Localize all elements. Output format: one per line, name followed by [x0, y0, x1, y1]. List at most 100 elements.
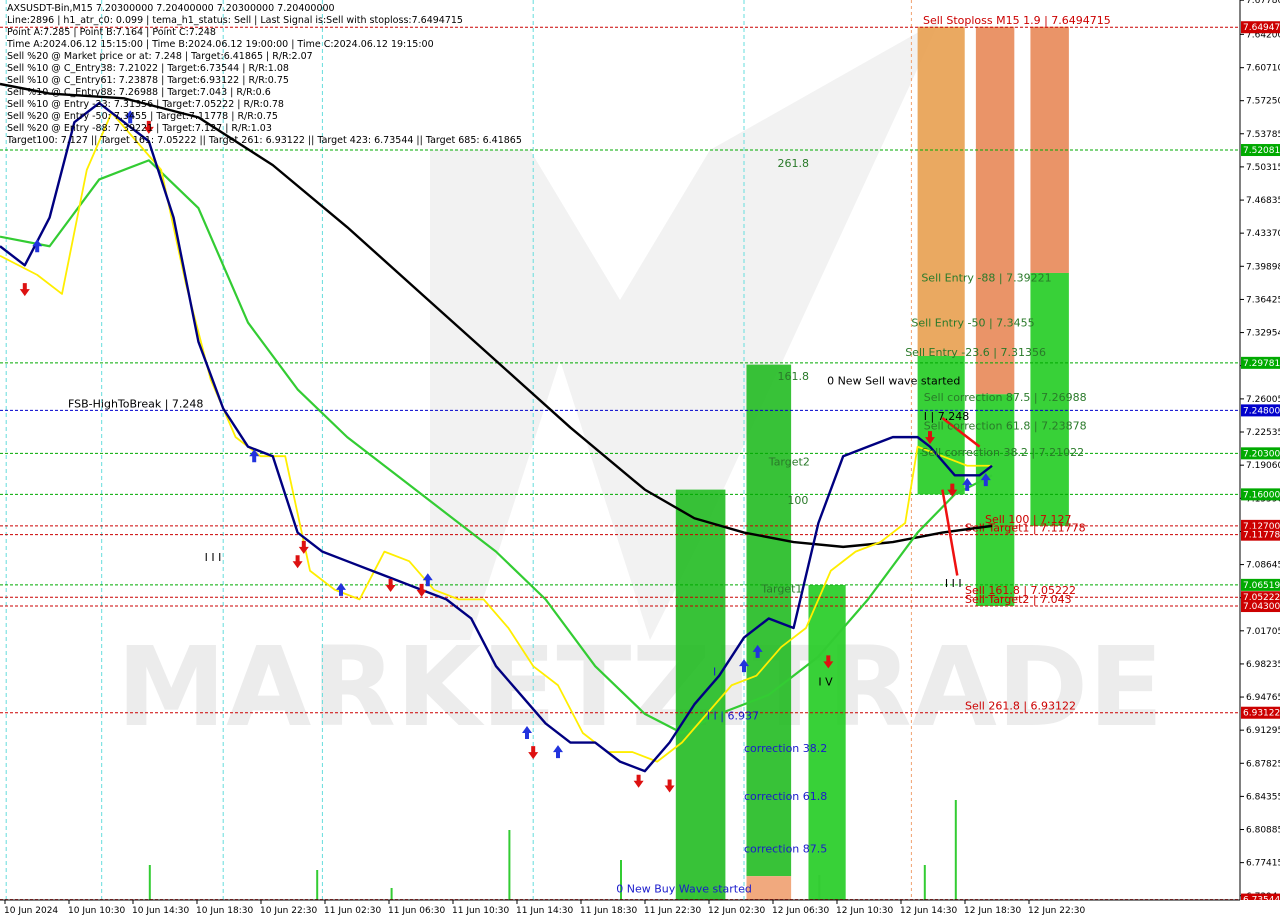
- price-tick-label: 6.87825: [1246, 759, 1280, 769]
- time-tick-label: 11 Jun 22:30: [644, 906, 701, 916]
- chart-annotation: 0 New Sell wave started: [827, 375, 960, 388]
- volume-bar: [954, 800, 957, 900]
- chart-annotation: 161.8: [777, 370, 809, 383]
- chart-annotation: correction 61.8: [744, 790, 827, 803]
- price-tick-label: 7.57250: [1246, 97, 1280, 107]
- zone-box: [975, 26, 1015, 395]
- price-tick-label: 7.60710: [1246, 64, 1280, 74]
- time-tick-label: 10 Jun 10:30: [68, 906, 125, 916]
- chart-annotation: I I I: [945, 577, 962, 590]
- price-level-label: Sell Target2 | 7.043: [965, 593, 1072, 606]
- time-tick-label: 11 Jun 02:30: [324, 906, 381, 916]
- chart-annotation: correction 38.2: [744, 742, 827, 755]
- price-tick-label: 7.01705: [1246, 627, 1280, 637]
- chart-annotation: Sell Entry -50 | 7.3455: [911, 316, 1034, 329]
- chart-annotation: 0 New Buy Wave started: [616, 882, 752, 895]
- time-axis-bg: [0, 900, 1280, 920]
- info-line: Sell %20 @ Entry -50: 7.3455 | Target:7.…: [7, 111, 278, 122]
- info-line: Point A:7.285 | Point B:7.164 | Point C:…: [7, 27, 216, 38]
- time-tick-label: 10 Jun 14:30: [132, 906, 189, 916]
- price-tick-label: 7.46835: [1246, 196, 1280, 206]
- time-tick-label: 12 Jun 06:30: [772, 906, 829, 916]
- price-tick-label: 7.32954: [1246, 329, 1280, 339]
- price-tick-label: 6.98235: [1246, 660, 1280, 670]
- zone-box: [917, 26, 965, 356]
- price-tick-label: 7.39898: [1246, 262, 1280, 272]
- price-tick-label: 7.22535: [1246, 428, 1280, 438]
- price-level-tag-label: 7.29781: [1243, 359, 1280, 369]
- chart-annotation: I V: [818, 675, 833, 688]
- info-line: Time A:2024.06.12 15:15:00 | Time B:2024…: [7, 39, 434, 50]
- price-level-tag-label: 7.64947: [1243, 23, 1280, 33]
- chart-annotation: I I | 6.937: [707, 710, 759, 723]
- chart-annotation: Target2: [768, 456, 810, 469]
- zone-box: [746, 876, 792, 900]
- chart-annotation: Sell correction 87.5 | 7.26988: [924, 391, 1087, 404]
- chart-annotation: 261.8: [777, 157, 809, 170]
- chart-annotation: I: [713, 666, 716, 679]
- time-tick-label: 12 Jun 10:30: [836, 906, 893, 916]
- price-level-label: FSB-HighToBreak | 7.248: [68, 397, 203, 410]
- volume-bar: [818, 875, 821, 900]
- price-level-tag-label: 6.93122: [1243, 709, 1280, 719]
- price-level-label: Sell 261.8 | 6.93122: [965, 700, 1076, 713]
- price-tick-label: 7.26005: [1246, 395, 1280, 405]
- time-tick-label: 11 Jun 14:30: [516, 906, 573, 916]
- price-level-tag-label: 7.52081: [1243, 146, 1280, 156]
- price-level-tag-label: 7.04300: [1243, 602, 1280, 612]
- time-tick-label: 10 Jun 22:30: [260, 906, 317, 916]
- volume-bar: [390, 888, 393, 900]
- info-line: Sell %10 @ C_Entry38: 7.21022 | Target:6…: [7, 63, 289, 74]
- info-line: Line:2896 | h1_atr_c0: 0.099 | tema_h1_s…: [7, 15, 463, 26]
- time-tick-label: 12 Jun 22:30: [1028, 906, 1085, 916]
- chart-annotation: Target1: [760, 583, 802, 596]
- info-line: Target100: 7.127 || Target 161: 7.05222 …: [7, 135, 522, 146]
- info-line: AXSUSDT-Bin,M15 7.20300000 7.20400000 7.…: [7, 3, 335, 14]
- price-level-tag-label: 7.06519: [1243, 581, 1280, 591]
- chart-annotation: I I I: [205, 551, 222, 564]
- time-tick-label: 12 Jun 18:30: [964, 906, 1021, 916]
- price-tick-label: 6.80885: [1246, 826, 1280, 836]
- chart-annotation: I | 7.248: [924, 410, 969, 423]
- price-tick-label: 7.19060: [1246, 461, 1280, 471]
- price-level-tag-label: 7.16000: [1243, 490, 1280, 500]
- volume-bar: [316, 870, 319, 900]
- chart-annotation: Sell Entry -88 | 7.39221: [921, 272, 1051, 285]
- chart-annotation: 100: [787, 494, 808, 507]
- price-tick-label: 6.94765: [1246, 693, 1280, 703]
- watermark-text: MARKETZITRADE: [117, 623, 1164, 751]
- price-level-tag-label: 7.20300: [1243, 449, 1280, 459]
- volume-bar: [923, 865, 926, 900]
- chart-annotation: Sell Entry -23.6 | 7.31356: [905, 346, 1046, 359]
- price-level-label: Sell Stoploss M15 1.9 | 7.6494715: [923, 14, 1111, 27]
- price-tick-label: 7.08645: [1246, 561, 1280, 571]
- price-tick-label: 6.84355: [1246, 792, 1280, 802]
- info-line: Sell %10 @ C_Entry61: 7.23878 | Target:6…: [7, 75, 289, 86]
- time-tick-label: 11 Jun 06:30: [388, 906, 445, 916]
- price-tick-label: 7.43370: [1246, 229, 1280, 239]
- chart-annotation: correction 87.5: [744, 842, 827, 855]
- time-tick-label: 10 Jun 2024: [4, 906, 58, 916]
- price-tick-label: 7.50315: [1246, 163, 1280, 173]
- time-tick-label: 12 Jun 02:30: [708, 906, 765, 916]
- price-level-tag-label: 7.11778: [1243, 531, 1280, 541]
- volume-bar: [508, 830, 511, 900]
- price-tick-label: 7.53785: [1246, 130, 1280, 140]
- price-tick-label: 6.77415: [1246, 859, 1280, 869]
- chart-annotation: Sell correction 38.2 | 7.21022: [921, 446, 1084, 459]
- time-tick-label: 11 Jun 10:30: [452, 906, 509, 916]
- time-tick-label: 11 Jun 18:30: [580, 906, 637, 916]
- info-line: Sell %20 @ Entry -88: 7.39221 | Target:7…: [7, 123, 272, 134]
- price-tick-label: 7.67780: [1246, 0, 1280, 6]
- time-tick-label: 10 Jun 18:30: [196, 906, 253, 916]
- info-line: Sell %10 @ Entry -23: 7.31356 | Target:7…: [7, 99, 284, 110]
- info-line: Sell %10 @ C_Entry88: 7.26988 | Target:7…: [7, 87, 271, 98]
- price-tick-label: 7.36425: [1246, 295, 1280, 305]
- volume-bar: [148, 865, 151, 900]
- info-line: Sell %20 @ Market price or at: 7.248 | T…: [7, 51, 313, 62]
- time-tick-label: 12 Jun 14:30: [900, 906, 957, 916]
- chart: MARKETZITRADE Sell Stoploss M15 1.9 | 7.6…: [0, 0, 1280, 920]
- info-panel: AXSUSDT-Bin,M15 7.20300000 7.20400000 7.…: [7, 3, 522, 147]
- zone-box: [675, 489, 726, 900]
- price-level-tag-label: 7.24800: [1243, 406, 1280, 416]
